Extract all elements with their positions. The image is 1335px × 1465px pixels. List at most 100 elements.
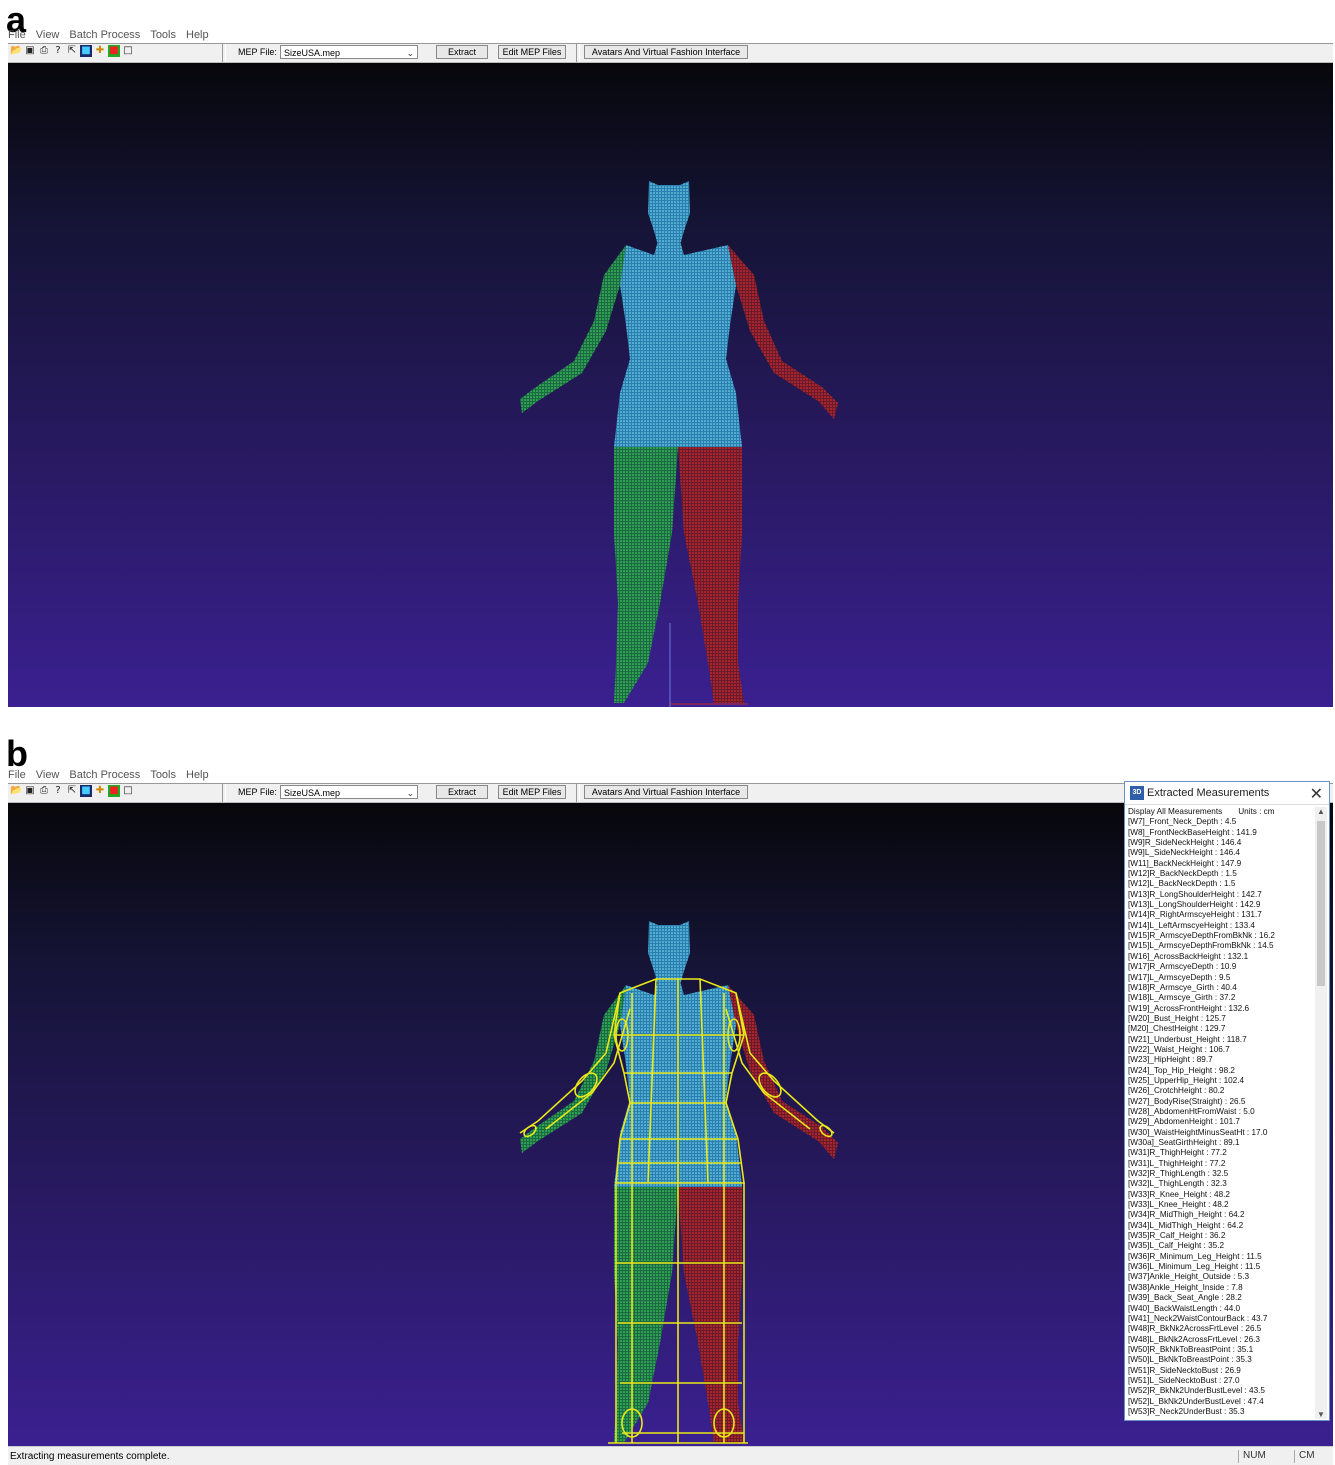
measurement-row[interactable]: [W32]R_ThighLength : 32.5 xyxy=(1127,1169,1315,1179)
measurement-row[interactable]: [W33]L_Knee_Height : 48.2 xyxy=(1127,1200,1315,1210)
measurements-scrollbar[interactable]: ▲ ▼ xyxy=(1315,807,1327,1419)
measurement-row[interactable]: [W32]L_ThighLength : 32.3 xyxy=(1127,1179,1315,1189)
measurement-row[interactable]: [W36]L_Minimum_Leg_Height : 11.5 xyxy=(1127,1262,1315,1272)
measurement-row[interactable]: [W13]R_LongShoulderHeight : 142.7 xyxy=(1127,890,1315,900)
print-icon[interactable]: ⎙ xyxy=(38,785,50,797)
measurement-row[interactable]: [W52]L_BkNk2UnderBustLevel : 47.4 xyxy=(1127,1397,1315,1407)
measurement-row[interactable]: [W50]R_BkNkToBreastPoint : 35.1 xyxy=(1127,1345,1315,1355)
menu-file-b[interactable]: File xyxy=(8,769,26,783)
measurement-row[interactable]: [W9]L_SideNeckHeight : 146.4 xyxy=(1127,848,1315,858)
measurement-row[interactable]: [W13]L_LongShoulderHeight : 142.9 xyxy=(1127,900,1315,910)
measurement-row[interactable]: [W7]_Front_Neck_Depth : 4.5 xyxy=(1127,817,1315,827)
measure-icon[interactable]: ✚ xyxy=(94,45,106,57)
measurement-row[interactable]: [W40]_BackWaistLength : 44.0 xyxy=(1127,1304,1315,1314)
scan-icon[interactable]: ■ xyxy=(80,45,92,57)
menu-tools-b[interactable]: Tools xyxy=(150,769,176,783)
mep-file-select[interactable]: SizeUSA.mep ⌄ xyxy=(280,45,418,59)
help-icon[interactable]: ? xyxy=(52,785,64,797)
measurement-row[interactable]: [W51]R_SideNecktoBust : 26.9 xyxy=(1127,1366,1315,1376)
measure-icon[interactable]: ✚ xyxy=(94,785,106,797)
menu-file[interactable]: File xyxy=(8,29,26,43)
measurement-row[interactable]: [W31]R_ThighHeight : 77.2 xyxy=(1127,1148,1315,1158)
measurement-row[interactable]: [W39]_Back_Seat_Angle : 28.2 xyxy=(1127,1293,1315,1303)
viewport-3d[interactable] xyxy=(8,63,1333,707)
measurement-row[interactable]: [W29]_AbdomenHeight : 101.7 xyxy=(1127,1117,1315,1127)
edit-mep-files-button-b[interactable]: Edit MEP Files xyxy=(498,785,566,799)
measurement-row[interactable]: [W51]L_SideNecktoBust : 27.0 xyxy=(1127,1376,1315,1386)
measurement-row[interactable]: [W20]_Bust_Height : 125.7 xyxy=(1127,1014,1315,1024)
measurement-row[interactable]: [W31]L_ThighHeight : 77.2 xyxy=(1127,1159,1315,1169)
measurement-row[interactable]: [W52]R_BkNk2UnderBustLevel : 43.5 xyxy=(1127,1386,1315,1396)
measurement-row[interactable]: [W14]R_RightArmscyeHeight : 131.7 xyxy=(1127,910,1315,920)
measurement-row[interactable]: [W53]R_Neck2UnderBust : 35.3 xyxy=(1127,1407,1315,1417)
measurement-row[interactable]: [W22]_Waist_Height : 106.7 xyxy=(1127,1045,1315,1055)
scan-icon[interactable]: ■ xyxy=(80,785,92,797)
scroll-up-icon[interactable]: ▲ xyxy=(1315,807,1327,816)
measurement-row[interactable]: [W23]_HipHeight : 89.7 xyxy=(1127,1055,1315,1065)
measurement-row[interactable]: [W14]L_LeftArmscyeHeight : 133.4 xyxy=(1127,921,1315,931)
extracted-measurements-dialog[interactable]: 3D Extracted Measurements ✕ Display All … xyxy=(1124,781,1330,1421)
measurement-row[interactable]: [W37]Ankle_Height_Outside : 5.3 xyxy=(1127,1272,1315,1282)
measurement-row[interactable]: [W50]L_BkNkToBreastPoint : 35.3 xyxy=(1127,1355,1315,1365)
measurements-list[interactable]: Display All Measurements Units : cm [W7]… xyxy=(1127,807,1315,1419)
measurement-row[interactable]: [W48]R_BkNk2AcrossFrtLevel : 26.5 xyxy=(1127,1324,1315,1334)
measurement-row[interactable]: [W18]R_Armscye_Girth : 40.4 xyxy=(1127,983,1315,993)
save-icon[interactable]: ▣ xyxy=(24,785,36,797)
measurement-row[interactable]: [W11]_BackNeckHeight : 147.9 xyxy=(1127,859,1315,869)
measurement-row[interactable]: [W12]R_BackNeckDepth : 1.5 xyxy=(1127,869,1315,879)
scroll-thumb[interactable] xyxy=(1317,821,1325,986)
measurement-row[interactable]: [W34]L_MidThigh_Height : 64.2 xyxy=(1127,1221,1315,1231)
measurement-row[interactable]: [W30]_WaistHeightMinusSeatHt : 17.0 xyxy=(1127,1128,1315,1138)
measurement-row[interactable]: [W15]L_ArmscyeDepthFromBkNk : 14.5 xyxy=(1127,941,1315,951)
dialog-titlebar[interactable]: 3D Extracted Measurements ✕ xyxy=(1125,782,1329,805)
avatars-interface-button[interactable]: Avatars And Virtual Fashion Interface xyxy=(584,45,748,59)
menu-help-b[interactable]: Help xyxy=(186,769,209,783)
measurement-row[interactable]: [W28]_AbdomenHtFromWaist : 5.0 xyxy=(1127,1107,1315,1117)
menu-batch-process-b[interactable]: Batch Process xyxy=(69,769,140,783)
measurement-row[interactable]: [W33]R_Knee_Height : 48.2 xyxy=(1127,1190,1315,1200)
open-icon[interactable]: 📂 xyxy=(10,45,22,57)
help-icon[interactable]: ? xyxy=(52,45,64,57)
open-icon[interactable]: 📂 xyxy=(10,785,22,797)
extract-button[interactable]: Extract xyxy=(436,45,488,59)
blank-icon[interactable]: □ xyxy=(122,45,134,57)
avatars-interface-button-b[interactable]: Avatars And Virtual Fashion Interface xyxy=(584,785,748,799)
menu-tools[interactable]: Tools xyxy=(150,29,176,43)
measurement-row[interactable]: [W24]_Top_Hip_Height : 98.2 xyxy=(1127,1066,1315,1076)
measurement-row[interactable]: [W17]R_ArmscyeDepth : 10.9 xyxy=(1127,962,1315,972)
measurement-row[interactable]: [W48]L_BkNk2AcrossFrtLevel : 26.3 xyxy=(1127,1335,1315,1345)
blank-icon[interactable]: □ xyxy=(122,785,134,797)
measurement-row[interactable]: [W18]L_Armscye_Girth : 37.2 xyxy=(1127,993,1315,1003)
scroll-down-icon[interactable]: ▼ xyxy=(1315,1410,1327,1419)
measurement-row[interactable]: [W16]_AcrossBackHeight : 132.1 xyxy=(1127,952,1315,962)
print-icon[interactable]: ⎙ xyxy=(38,45,50,57)
measurement-row[interactable]: [W25]_UpperHip_Height : 102.4 xyxy=(1127,1076,1315,1086)
menu-view[interactable]: View xyxy=(36,29,60,43)
close-icon[interactable]: ✕ xyxy=(1310,784,1323,804)
measurement-row[interactable]: [W15]R_ArmscyeDepthFromBkNk : 16.2 xyxy=(1127,931,1315,941)
measurement-row[interactable]: [W35]L_Calf_Height : 35.2 xyxy=(1127,1241,1315,1251)
measurement-row[interactable]: [W38]Ankle_Height_Inside : 7.8 xyxy=(1127,1283,1315,1293)
context-help-icon[interactable]: ⇱ xyxy=(66,785,78,797)
context-help-icon[interactable]: ⇱ xyxy=(66,45,78,57)
measurement-row[interactable]: [W21]_Underbust_Height : 118.7 xyxy=(1127,1035,1315,1045)
measurement-row[interactable]: [W8]_FrontNeckBaseHeight : 141.9 xyxy=(1127,828,1315,838)
menu-help[interactable]: Help xyxy=(186,29,209,43)
measurement-row[interactable]: [W12]L_BackNeckDepth : 1.5 xyxy=(1127,879,1315,889)
measurement-row[interactable]: [W36]R_Minimum_Leg_Height : 11.5 xyxy=(1127,1252,1315,1262)
measurement-row[interactable]: [W41]_Neck2WaistContourBack : 43.7 xyxy=(1127,1314,1315,1324)
extract-button-b[interactable]: Extract xyxy=(436,785,488,799)
measurement-row[interactable]: [W35]R_Calf_Height : 36.2 xyxy=(1127,1231,1315,1241)
measurement-row[interactable]: [W9]R_SideNeckHeight : 146.4 xyxy=(1127,838,1315,848)
measurement-row[interactable]: [W26]_CrotchHeight : 80.2 xyxy=(1127,1086,1315,1096)
measurement-row[interactable]: [M20]_ChestHeight : 129.7 xyxy=(1127,1024,1315,1034)
color-icon[interactable]: ■ xyxy=(108,45,120,57)
measurement-row[interactable]: [W19]_AcrossFrontHeight : 132.6 xyxy=(1127,1004,1315,1014)
save-icon[interactable]: ▣ xyxy=(24,45,36,57)
edit-mep-files-button[interactable]: Edit MEP Files xyxy=(498,45,566,59)
measurement-row[interactable]: [W30a]_SeatGirthHeight : 89.1 xyxy=(1127,1138,1315,1148)
measurement-row[interactable]: [W34]R_MidThigh_Height : 64.2 xyxy=(1127,1210,1315,1220)
menu-view-b[interactable]: View xyxy=(36,769,60,783)
measurement-row[interactable]: [W27]_BodyRise(Straight) : 26.5 xyxy=(1127,1097,1315,1107)
mep-file-select-b[interactable]: SizeUSA.mep ⌄ xyxy=(280,785,418,799)
